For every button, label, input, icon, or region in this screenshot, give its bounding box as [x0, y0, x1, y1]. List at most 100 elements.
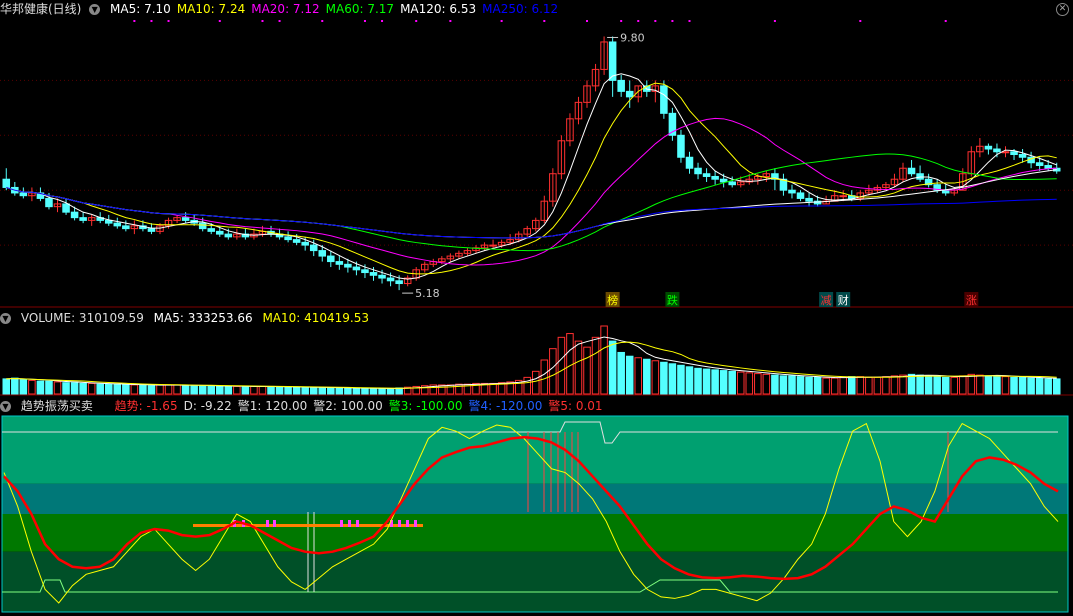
volume-bar	[736, 371, 745, 395]
ma-line-ma250	[6, 186, 1057, 239]
volume-bar	[318, 387, 327, 395]
candle	[694, 167, 702, 175]
volume-bar	[685, 366, 694, 395]
volume-bar	[839, 376, 847, 395]
candle	[198, 222, 207, 230]
volume-bar	[677, 364, 685, 395]
stock-chart[interactable]: 9.80 5.18 榜 跌 减财 涨	[0, 0, 1073, 616]
volume-bar	[711, 369, 719, 395]
volume-bar	[292, 386, 301, 395]
candle	[993, 148, 1001, 153]
volume-bar	[976, 374, 984, 395]
volume-bar	[28, 379, 36, 395]
volume-bar	[651, 360, 660, 395]
volume-bar	[1035, 377, 1044, 395]
candle	[395, 280, 403, 285]
candle	[113, 222, 122, 227]
volume-bar	[361, 388, 369, 395]
candle	[617, 79, 625, 92]
volume-bar	[643, 358, 651, 395]
signal-tick	[398, 520, 401, 527]
signal-tick	[348, 520, 351, 527]
volume-bar	[634, 357, 643, 395]
candle	[489, 244, 497, 247]
volume-bar	[87, 382, 96, 395]
candle	[224, 233, 233, 238]
volume-bar	[301, 386, 309, 395]
volume-bar	[344, 387, 352, 395]
volume-bar	[164, 384, 173, 395]
volume-bar	[916, 374, 924, 395]
signal-tick	[340, 520, 343, 527]
candle	[361, 269, 369, 274]
band-lower	[2, 514, 1068, 552]
volume-bar	[950, 376, 959, 395]
signal-dot	[278, 20, 281, 22]
volume-bar	[796, 376, 805, 395]
candle	[2, 178, 11, 188]
event-marker-text: 财	[838, 293, 849, 307]
candle	[284, 236, 292, 241]
candle	[788, 189, 796, 194]
volume-bar	[830, 377, 839, 395]
volume-bar	[2, 378, 11, 395]
volume-bar	[719, 370, 728, 395]
candle	[352, 266, 361, 271]
event-marker-text: 减	[821, 294, 832, 307]
volume-bar	[1044, 378, 1052, 395]
signal-dot	[543, 20, 546, 22]
volume-bar	[190, 385, 198, 395]
candle	[1018, 154, 1027, 158]
volume-bar	[327, 387, 335, 395]
volume-bar	[933, 376, 941, 395]
candle	[941, 189, 950, 194]
candle	[45, 197, 53, 208]
signal-dot	[261, 20, 264, 22]
volume-bar	[899, 374, 907, 395]
candle	[702, 173, 711, 177]
volume-bar	[728, 370, 736, 395]
volume-bar	[984, 375, 993, 395]
volume-bar	[557, 336, 566, 395]
candle	[1010, 151, 1018, 156]
signal-dot	[637, 20, 640, 22]
candle	[719, 178, 728, 183]
candle	[1035, 162, 1044, 166]
volume-bar	[335, 387, 344, 395]
volume-bar	[600, 325, 608, 395]
volume-bar	[241, 385, 250, 395]
volume-bar	[1052, 378, 1061, 395]
candle	[369, 272, 378, 276]
volume-bar	[1001, 376, 1010, 395]
volume-bar	[762, 373, 771, 395]
candle	[839, 195, 847, 198]
candle	[625, 90, 634, 98]
volume-bar	[455, 383, 463, 395]
signal-dot	[449, 20, 452, 22]
volume-bar	[96, 383, 104, 395]
candle	[1001, 151, 1010, 154]
candle	[327, 255, 335, 263]
candle	[916, 173, 924, 180]
volume-bar	[847, 376, 856, 395]
signal-dot	[859, 20, 862, 22]
volume-bar	[1018, 376, 1027, 395]
volume-bar	[583, 346, 591, 395]
signal-dot	[415, 20, 418, 22]
volume-bar	[79, 382, 87, 395]
volume-bar	[147, 385, 156, 395]
candle	[796, 192, 805, 199]
band-oversold	[2, 551, 1068, 612]
volume-ma-line-5	[6, 336, 1057, 390]
volume-bar	[1010, 376, 1018, 395]
volume-bar	[865, 376, 873, 395]
candle	[79, 217, 87, 221]
signal-tick	[356, 520, 359, 527]
candle	[318, 250, 327, 257]
candle	[104, 219, 113, 224]
signal-dot	[321, 20, 324, 22]
signal-dot	[363, 20, 366, 22]
volume-bar	[1027, 377, 1035, 395]
volume-bar	[250, 385, 258, 395]
candle	[207, 228, 216, 232]
